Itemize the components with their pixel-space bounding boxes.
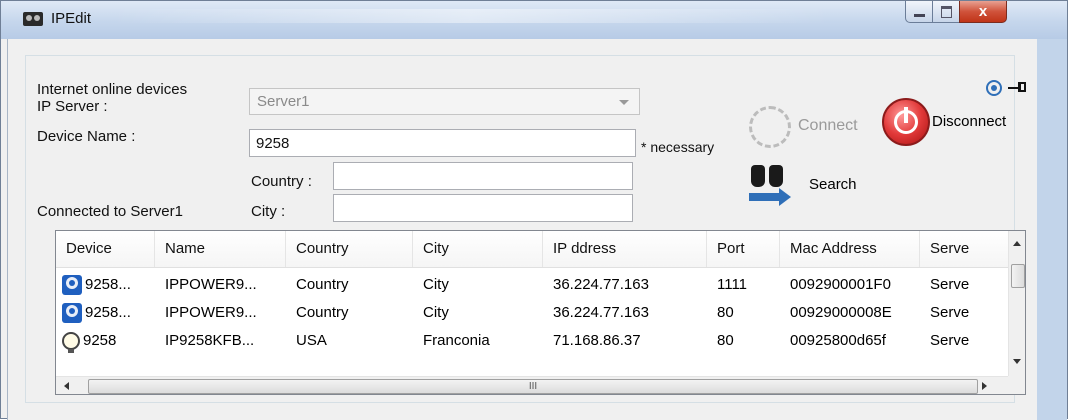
binoculars-icon	[749, 163, 795, 207]
column-header-city[interactable]: City	[413, 231, 543, 267]
app-window: IPEdit x Internet online devices IP Serv…	[0, 0, 1068, 420]
binocular-lens-right	[769, 165, 783, 187]
cell-name: IPPOWER9...	[165, 304, 257, 321]
device-name-label: Device Name :	[37, 128, 136, 145]
scrollbar-corner	[1008, 376, 1025, 394]
help-icon[interactable]	[986, 80, 1002, 96]
cell-ip: 36.224.77.163	[553, 276, 649, 293]
cell-device: 9258...	[62, 299, 154, 326]
connect-label: Connect	[798, 117, 858, 134]
cell-country: Country	[296, 276, 349, 293]
cell-server: Serve	[930, 304, 970, 321]
ip-server-select[interactable]: Server1	[249, 88, 640, 115]
cell-mac: 00929000008E	[790, 304, 892, 321]
network-device-icon	[62, 275, 82, 296]
app-icon	[23, 12, 43, 26]
binocular-lens-left	[751, 165, 765, 187]
lightbulb-icon	[62, 332, 80, 354]
devices-table: Device Name Country City IP ddress Port …	[55, 230, 1026, 395]
column-header-port[interactable]: Port	[707, 231, 780, 267]
necessary-note: * necessary	[641, 139, 715, 155]
title-bar[interactable]: IPEdit x	[1, 1, 1067, 39]
title-glare	[111, 9, 831, 23]
column-header-mac-address[interactable]: Mac Address	[780, 231, 920, 267]
scroll-up-icon[interactable]	[1013, 241, 1021, 246]
cell-mac: 0092900001F0	[790, 276, 891, 293]
column-header-country[interactable]: Country	[286, 231, 413, 267]
scroll-down-icon[interactable]	[1013, 359, 1021, 364]
table-header: Device Name Country City IP ddress Port …	[56, 231, 1008, 268]
ip-server-value: Server1	[257, 93, 310, 110]
country-input[interactable]	[333, 162, 633, 190]
column-header-server[interactable]: Serve	[920, 231, 1008, 267]
connection-status: Connected to Server1	[37, 203, 183, 220]
connect-icon	[749, 106, 791, 148]
horizontal-scrollbar[interactable]: III	[56, 376, 1008, 394]
window-title: IPEdit	[51, 10, 92, 27]
table-row[interactable]: 9258 IP9258KFB... USA Franconia 71.168.8…	[56, 327, 1008, 354]
scroll-left-icon[interactable]	[64, 382, 69, 390]
cell-city: Franconia	[423, 332, 490, 349]
arrow-shaft	[749, 193, 779, 201]
cell-device-text: 9258	[83, 332, 117, 349]
scroll-right-icon[interactable]	[982, 382, 987, 390]
vertical-scroll-thumb[interactable]	[1011, 264, 1025, 288]
cell-name: IP9258KFB...	[165, 332, 255, 349]
cell-device-text: 9258...	[85, 304, 131, 321]
city-input[interactable]	[333, 194, 633, 222]
maximize-button[interactable]	[932, 1, 960, 23]
disconnect-label: Disconnect	[932, 113, 1007, 130]
device-name-input[interactable]	[249, 129, 636, 157]
cell-device-text: 9258...	[85, 276, 131, 293]
cell-device: 9258	[62, 327, 154, 354]
cell-mac: 00925800d65f	[790, 332, 886, 349]
maximize-icon	[941, 6, 952, 18]
cell-port: 1111	[717, 276, 748, 293]
cell-country: Country	[296, 304, 349, 321]
table-row[interactable]: 9258... IPPOWER9... Country City 36.224.…	[56, 271, 1008, 298]
cell-ip: 71.168.86.37	[553, 332, 641, 349]
network-device-icon	[62, 303, 82, 324]
power-bar	[904, 107, 908, 123]
group-label: Internet online devices	[37, 81, 188, 98]
country-label: Country :	[251, 173, 312, 190]
close-button[interactable]: x	[959, 1, 1007, 23]
column-header-name[interactable]: Name	[155, 231, 286, 267]
cell-device: 9258...	[62, 271, 154, 298]
cell-city: City	[423, 304, 449, 321]
horizontal-scroll-thumb[interactable]: III	[88, 379, 978, 394]
cell-server: Serve	[930, 276, 970, 293]
minimize-icon	[914, 14, 925, 17]
arrow-right-icon	[779, 188, 791, 206]
ip-server-label: IP Server :	[37, 98, 108, 115]
cell-port: 80	[717, 332, 734, 349]
column-header-device[interactable]: Device	[56, 231, 155, 267]
cell-city: City	[423, 276, 449, 293]
vertical-scrollbar[interactable]	[1008, 231, 1025, 376]
cell-country: USA	[296, 332, 327, 349]
close-icon: x	[978, 3, 988, 20]
search-label: Search	[809, 176, 857, 193]
table-row[interactable]: 9258... IPPOWER9... Country City 36.224.…	[56, 299, 1008, 326]
window-frame-right	[1036, 39, 1067, 420]
cell-server: Serve	[930, 332, 970, 349]
city-label: City :	[251, 203, 286, 220]
cell-ip: 36.224.77.163	[553, 304, 649, 321]
pin-icon[interactable]	[1008, 80, 1030, 96]
minimize-button[interactable]	[905, 1, 933, 23]
column-header-ip-address[interactable]: IP ddress	[543, 231, 707, 267]
cell-name: IPPOWER9...	[165, 276, 257, 293]
chevron-down-icon	[619, 100, 629, 105]
power-icon	[882, 98, 930, 146]
cell-port: 80	[717, 304, 734, 321]
